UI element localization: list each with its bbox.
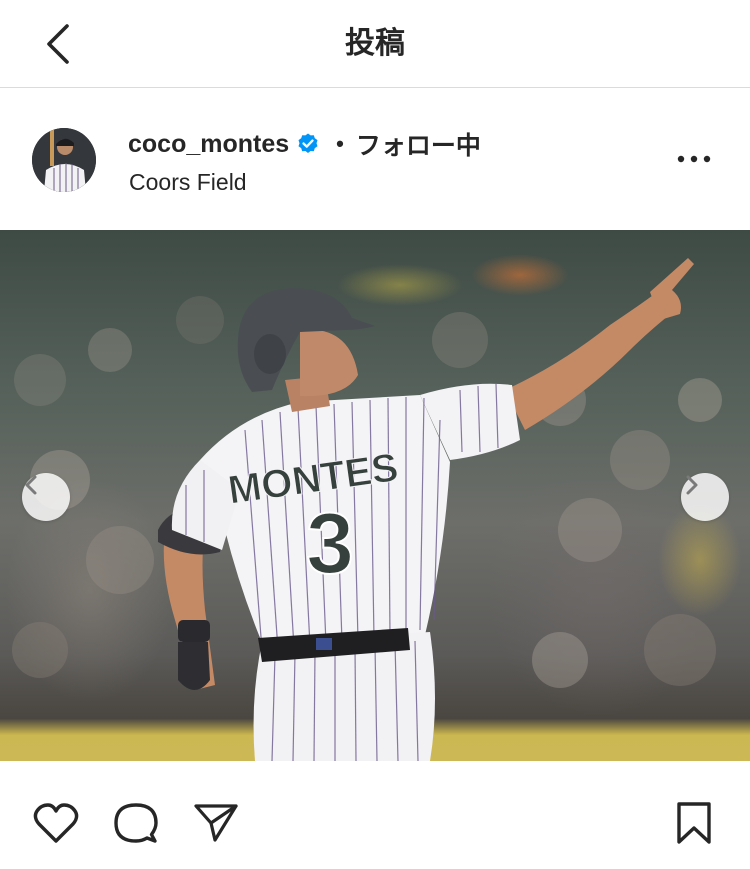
verified-badge-icon	[298, 133, 318, 153]
following-button[interactable]: フォロー中	[356, 126, 481, 162]
share-button[interactable]	[192, 799, 240, 847]
more-options-button[interactable]	[670, 141, 718, 177]
location-link[interactable]: Coors Field	[129, 169, 247, 196]
post-page: 投稿 coco_montes • フォロー中 Coors Field MONTE…	[0, 0, 750, 869]
separator-dot: •	[336, 131, 344, 156]
bookmark-icon	[677, 802, 711, 844]
send-icon	[194, 804, 238, 842]
page-title: 投稿	[345, 26, 405, 61]
username-link[interactable]: coco_montes	[128, 130, 289, 159]
chevron-left-icon	[25, 475, 37, 495]
carousel-previous-button[interactable]	[22, 473, 70, 521]
more-horizontal-icon	[677, 155, 711, 163]
post-photo[interactable]: MONTES 3	[0, 230, 750, 761]
save-button[interactable]	[670, 799, 718, 847]
comment-button[interactable]	[112, 799, 160, 847]
heart-icon	[33, 803, 79, 843]
post-image: MONTES 3	[0, 258, 750, 761]
top-navigation-bar: 投稿	[0, 0, 750, 88]
carousel-next-button[interactable]	[681, 473, 729, 521]
post-action-bar	[0, 761, 750, 869]
jersey-number: 3	[306, 496, 354, 592]
like-button[interactable]	[32, 799, 80, 847]
post-header: coco_montes • フォロー中 Coors Field	[0, 89, 750, 230]
username-row: coco_montes • フォロー中	[128, 127, 481, 161]
chevron-right-icon	[686, 475, 698, 495]
avatar-image	[32, 128, 96, 192]
avatar[interactable]	[32, 128, 96, 192]
comment-icon	[114, 803, 158, 843]
